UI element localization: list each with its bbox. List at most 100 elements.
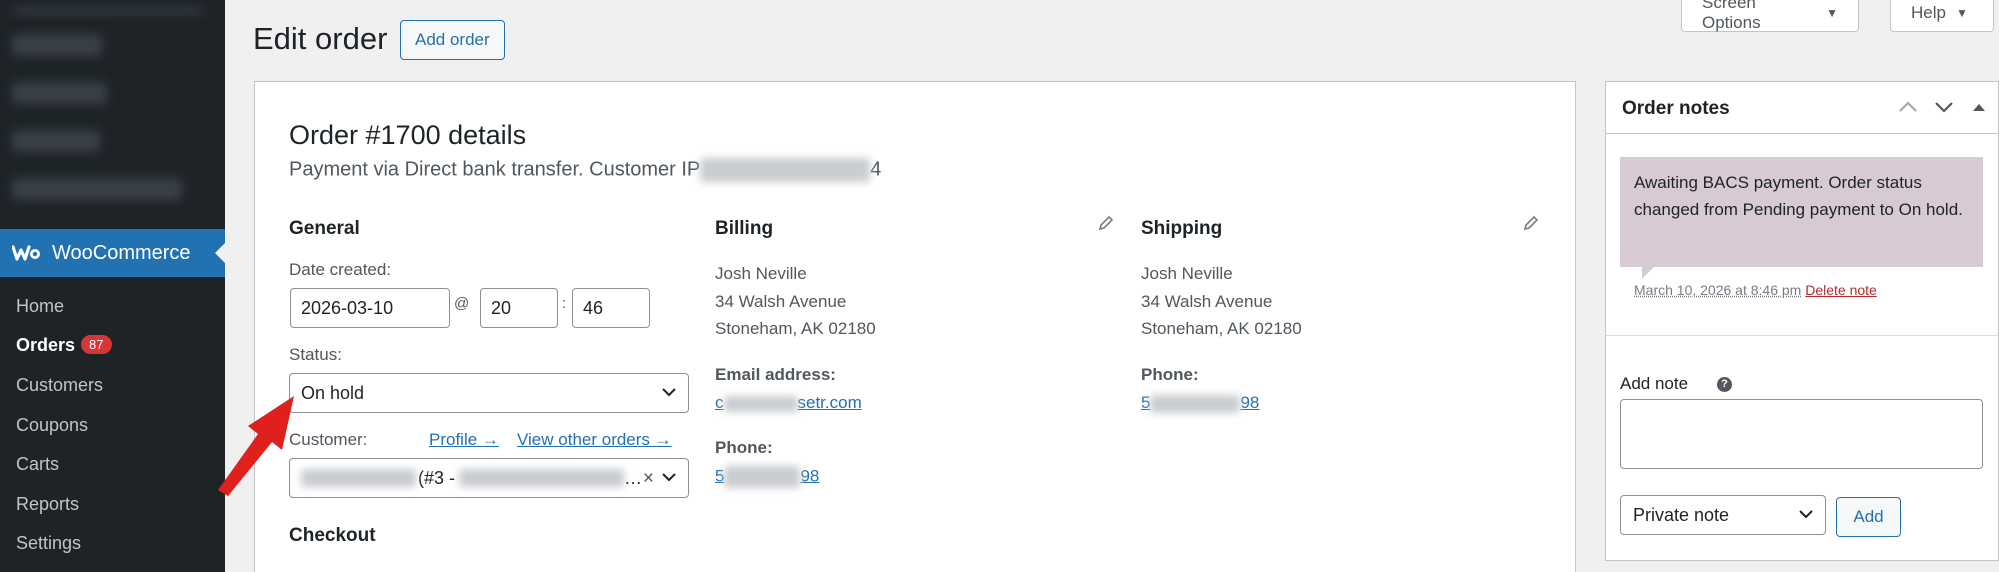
status-value: On hold (301, 382, 365, 403)
sidebar-item-coupons[interactable]: Coupons (16, 415, 88, 436)
hour-value: 20 (491, 297, 512, 318)
blurred-menu-item[interactable] (12, 82, 107, 104)
help-tab[interactable]: Help ▼ (1890, 0, 1994, 32)
add-order-button[interactable]: Add order (400, 20, 505, 60)
sidebar-item-carts[interactable]: Carts (16, 454, 59, 475)
chevron-down-icon (662, 473, 676, 482)
note-timestamp: March 10, 2026 at 8:46 pm (1634, 282, 1802, 298)
sidebar-item-label: Home (16, 296, 65, 316)
general-heading: General (289, 218, 360, 239)
status-select[interactable]: On hold (289, 373, 689, 413)
billing-street: 34 Walsh Avenue (715, 292, 847, 311)
order-heading: Order #1700 details (289, 120, 527, 150)
phone-prefix: 5 (715, 466, 725, 486)
woocommerce-logo-icon (12, 243, 40, 263)
add-note-label: Add note (1620, 374, 1689, 393)
minute-value: 46 (583, 297, 604, 318)
delete-note-link[interactable]: Delete note (1805, 282, 1877, 298)
subtitle-text: Payment via Direct bank transfer. Custom… (289, 158, 701, 181)
add-note-button[interactable]: Add (1836, 497, 1901, 537)
help-icon[interactable]: ? (1717, 377, 1732, 392)
customer-profile-link[interactable]: Profile → (429, 430, 499, 450)
orders-count-badge: 87 (81, 335, 112, 354)
redacted-phone (1150, 394, 1241, 413)
sidebar-item-home[interactable]: Home (16, 296, 64, 317)
chevron-down-icon (662, 388, 676, 397)
billing-phone-link[interactable]: 5 98 (715, 466, 819, 488)
view-other-orders-link[interactable]: View other orders → (517, 430, 672, 450)
blurred-menu-item[interactable] (12, 34, 102, 56)
sidebar-item-label: Customers (16, 375, 104, 395)
phone-suffix: 98 (800, 466, 820, 486)
email-suffix: setr.com (797, 393, 862, 412)
note-type-value: Private note (1633, 504, 1730, 525)
sidebar-item-settings[interactable]: Settings (16, 533, 81, 554)
order-note: Awaiting BACS payment. Order status chan… (1620, 157, 1983, 279)
billing-heading: Billing (715, 218, 774, 239)
order-data-panel: Order #1700 details Payment via Direct b… (254, 81, 1576, 572)
order-notes-title: Order notes (1622, 98, 1730, 119)
note-type-select[interactable]: Private note (1620, 495, 1826, 535)
shipping-city: Stoneham, AK 02180 (1141, 319, 1302, 338)
minute-input[interactable]: 46 (572, 288, 650, 328)
order-notes-panel: Order notes Awaiting BACS payment. Order… (1605, 81, 1999, 561)
divider (1606, 133, 1998, 134)
page-title: Edit order (253, 21, 388, 56)
sidebar-item-label: Reports (16, 494, 80, 514)
billing-email-link[interactable]: c setr.com (715, 393, 862, 413)
redacted-phone (724, 466, 801, 488)
sidebar-item-reports[interactable]: Reports (16, 494, 79, 515)
billing-email-label: Email address: (715, 365, 836, 384)
chevron-up-icon[interactable] (1898, 100, 1918, 114)
sidebar-item-label: WooCommerce (52, 241, 191, 264)
redacted-customer-email (459, 469, 625, 487)
blurred-menu-item[interactable] (12, 8, 202, 14)
phone-prefix: 5 (1141, 393, 1151, 412)
help-label: Help (1911, 2, 1946, 22)
chevron-down-icon (1799, 510, 1813, 519)
caret-down-icon: ▼ (1826, 5, 1838, 20)
billing-name: Josh Neville (715, 264, 807, 283)
note-meta: March 10, 2026 at 8:46 pm Delete note (1634, 282, 1877, 298)
sidebar-item-customers[interactable]: Customers (16, 375, 103, 396)
billing-phone-label: Phone: (715, 438, 773, 457)
date-created-input[interactable]: 2026-03-10 (290, 288, 450, 328)
at-separator: @ (454, 295, 470, 312)
collapse-toggle-icon[interactable] (1972, 102, 1986, 112)
edit-shipping-pencil-icon[interactable] (1523, 215, 1539, 231)
checkout-heading: Checkout (289, 525, 376, 546)
shipping-name: Josh Neville (1141, 264, 1233, 283)
chevron-down-icon[interactable] (1934, 100, 1954, 114)
subtitle-suffix: 4 (870, 158, 882, 181)
hour-input[interactable]: 20 (480, 288, 558, 328)
edit-billing-pencil-icon[interactable] (1098, 215, 1114, 231)
clear-customer-icon[interactable]: × (643, 468, 654, 490)
shipping-heading: Shipping (1141, 218, 1223, 239)
shipping-phone-link[interactable]: 5 98 (1141, 393, 1259, 413)
sidebar-item-woocommerce[interactable]: WooCommerce (0, 229, 225, 277)
redacted-email (723, 395, 798, 412)
blurred-menu-item[interactable] (12, 130, 100, 152)
billing-city: Stoneham, AK 02180 (715, 319, 876, 338)
customer-ellipsis: … (624, 467, 643, 488)
date-value: 2026-03-10 (301, 297, 394, 318)
blurred-menu-item[interactable] (12, 178, 182, 200)
screen-options-label: Screen Options (1702, 0, 1761, 32)
shipping-phone-label: Phone: (1141, 365, 1199, 384)
sidebar-item-label: Coupons (16, 415, 89, 435)
sidebar-item-label: Settings (16, 533, 82, 553)
sidebar-item-orders[interactable]: Orders 87 (16, 335, 112, 356)
admin-sidebar: WooCommerce Home Orders 87 Customers Coup… (0, 0, 225, 572)
date-created-label: Date created: (289, 260, 392, 279)
customer-select[interactable]: (#3 - … × (289, 458, 689, 498)
caret-down-icon: ▼ (1955, 5, 1968, 20)
sidebar-item-label: Carts (16, 454, 60, 474)
status-label: Status: (289, 345, 342, 364)
screen-options-tab[interactable]: Screen Options ▼ (1681, 0, 1859, 32)
divider (1606, 335, 1998, 336)
order-subtitle: Payment via Direct bank transfer. Custom… (289, 158, 881, 182)
shipping-street: 34 Walsh Avenue (1141, 292, 1273, 311)
redacted-customer-name (301, 469, 416, 487)
redacted-ip (700, 158, 871, 182)
add-note-textarea[interactable] (1620, 399, 1983, 469)
